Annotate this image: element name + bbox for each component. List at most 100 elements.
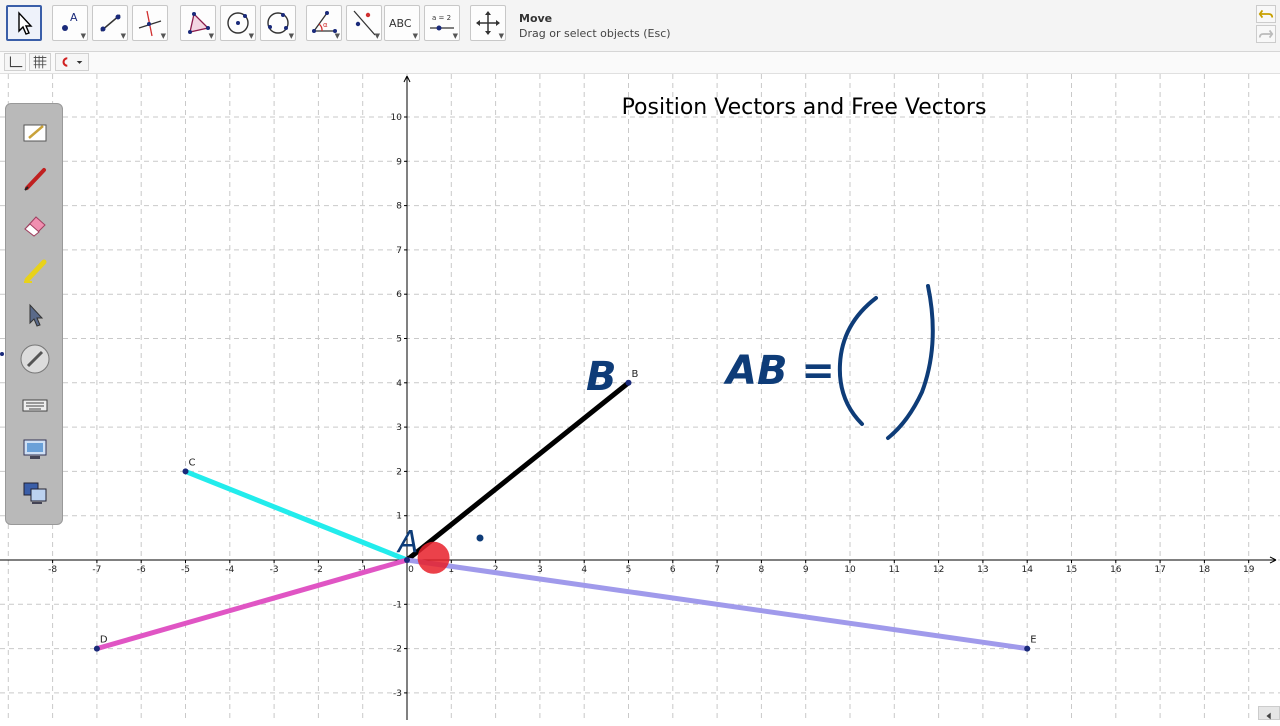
tool-info: Move Drag or select objects (Esc) xyxy=(519,12,671,40)
point-d[interactable] xyxy=(93,645,100,652)
pen-tool[interactable] xyxy=(20,164,50,194)
x-tick-label: 0 xyxy=(408,565,414,575)
point-c[interactable] xyxy=(182,468,189,475)
y-tick-label: 4 xyxy=(396,379,402,389)
point-label-e: E xyxy=(1030,635,1036,646)
point-b[interactable] xyxy=(625,379,632,386)
submenu-arrow-icon: ▼ xyxy=(412,32,418,40)
slider-tool-button[interactable]: a = 2 ▼ xyxy=(424,5,460,41)
x-tick-label: 3 xyxy=(537,565,543,575)
submenu-arrow-icon: ▼ xyxy=(498,32,504,40)
x-tick-label: 17 xyxy=(1154,565,1165,575)
x-tick-label: 14 xyxy=(1021,565,1033,575)
x-tick-label: 9 xyxy=(803,565,809,575)
y-tick-label: 6 xyxy=(396,290,402,300)
polygon-tool-button[interactable]: ▼ xyxy=(180,5,216,41)
desktop-tool[interactable] xyxy=(20,478,50,508)
toggle-grid-button[interactable] xyxy=(29,53,51,71)
angle-tool-button[interactable]: α ▼ xyxy=(306,5,342,41)
toggle-axes-button[interactable] xyxy=(4,53,26,71)
x-tick-label: 5 xyxy=(626,565,632,575)
red-pen-icon xyxy=(24,168,46,191)
x-tick-label: -5 xyxy=(181,565,190,575)
coordinate-plane[interactable]: -8 -7 -6 -5 -4 -3 -2 -1 0 1 2 3 4 5 6 7 8 9 10 11 12 13 14 15 16… xyxy=(0,74,1280,720)
text-tool-label: ABC xyxy=(389,17,412,30)
highlighter-icon xyxy=(24,259,47,283)
y-tick-label: 5 xyxy=(396,335,402,345)
triangle-left-icon xyxy=(1266,712,1271,720)
x-tick-label: 10 xyxy=(844,565,856,575)
x-tick-label: 13 xyxy=(977,565,988,575)
submenu-arrow-icon: ▼ xyxy=(288,32,294,40)
submenu-arrow-icon: ▼ xyxy=(334,32,340,40)
move-graphics-view-tool-button[interactable]: ▼ xyxy=(470,5,506,41)
y-tick-label: 7 xyxy=(396,246,402,256)
y-tick-label: -2 xyxy=(393,645,402,655)
main-toolbar: A ▼ ▼ ▼ ▼ ▼ ▼ α ▼ ▼ ABC ▼ a = 2 ▼ ▼ Move Dra… xyxy=(0,0,1280,52)
axes-icon xyxy=(9,56,23,68)
style-bar xyxy=(0,52,1280,74)
point-tool-button[interactable]: A ▼ xyxy=(52,5,88,41)
handwritten-left-parenthesis xyxy=(837,296,878,426)
scroll-corner-button[interactable] xyxy=(1258,706,1280,720)
handwritten-label-a: A xyxy=(396,525,419,560)
laser-pen-icon xyxy=(20,344,50,374)
line-tool-button[interactable]: ▼ xyxy=(92,5,128,41)
x-tick-label: 11 xyxy=(889,565,900,575)
x-tick-label: 4 xyxy=(581,565,587,575)
x-tick-label: 15 xyxy=(1066,565,1077,575)
circle-tool-button[interactable]: ▼ xyxy=(220,5,256,41)
eraser-tool[interactable] xyxy=(20,210,50,240)
freehand-notes-tool[interactable] xyxy=(20,118,50,148)
x-tick-label: -4 xyxy=(225,565,234,575)
pointer-arrow-icon xyxy=(29,303,44,327)
point-label-c: C xyxy=(189,457,196,468)
active-tool-help: Drag or select objects (Esc) xyxy=(519,27,671,40)
circle-three-points-tool-button[interactable]: ▼ xyxy=(260,5,296,41)
active-tool-name: Move xyxy=(519,12,553,25)
x-tick-label: 19 xyxy=(1243,565,1255,575)
x-tick-label: 7 xyxy=(714,565,720,575)
move-tool-button[interactable] xyxy=(6,5,42,41)
highlighter-tool[interactable] xyxy=(20,256,50,286)
laser-pointer-tool[interactable] xyxy=(20,344,50,374)
x-tick-label: 18 xyxy=(1199,565,1211,575)
notepad-pencil-icon xyxy=(23,124,47,142)
handwritten-annotations: A B AB = xyxy=(396,284,935,560)
submenu-arrow-icon: ▼ xyxy=(452,32,458,40)
pen-tools-panel xyxy=(5,103,63,525)
y-tick-label: -1 xyxy=(393,600,402,610)
y-tick-label: -3 xyxy=(393,689,402,699)
text-tool-button[interactable]: ABC ▼ xyxy=(384,5,420,41)
keyboard-tool[interactable] xyxy=(20,390,50,420)
point-e[interactable] xyxy=(1024,645,1031,652)
magnet-icon xyxy=(62,57,83,67)
submenu-arrow-icon: ▼ xyxy=(374,32,380,40)
x-tick-label: 16 xyxy=(1110,565,1122,575)
y-tick-label: 10 xyxy=(391,113,403,123)
x-tick-label: 12 xyxy=(933,565,944,575)
y-tick-label: 9 xyxy=(396,157,402,167)
point-tool-label: A xyxy=(70,11,78,24)
point-capturing-dropdown[interactable] xyxy=(55,53,89,71)
y-tick-label: 8 xyxy=(396,202,402,212)
slider-tool-label: a = 2 xyxy=(432,14,451,22)
reflect-tool-button[interactable]: ▼ xyxy=(346,5,382,41)
submenu-arrow-icon: ▼ xyxy=(80,32,86,40)
x-tick-label: 8 xyxy=(759,565,765,575)
submenu-arrow-icon: ▼ xyxy=(120,32,126,40)
desktop-windows-icon xyxy=(23,482,47,504)
point-label-b: B xyxy=(632,369,639,380)
graphics-view[interactable]: -8 -7 -6 -5 -4 -3 -2 -1 0 1 2 3 4 5 6 7 8 9 10 11 12 13 14 15 16… xyxy=(0,74,1280,720)
undo-icon xyxy=(1258,9,1274,19)
redo-button[interactable] xyxy=(1256,25,1276,43)
screen-capture-tool[interactable] xyxy=(20,434,50,464)
ink-dot xyxy=(476,534,484,542)
undo-button[interactable] xyxy=(1256,5,1276,23)
x-tick-label: -3 xyxy=(270,565,279,575)
redo-icon xyxy=(1258,29,1274,39)
svg-text:α: α xyxy=(323,21,328,29)
perpendicular-line-tool-button[interactable]: ▼ xyxy=(132,5,168,41)
x-tick-label: -7 xyxy=(92,565,101,575)
select-tool[interactable] xyxy=(20,300,50,330)
